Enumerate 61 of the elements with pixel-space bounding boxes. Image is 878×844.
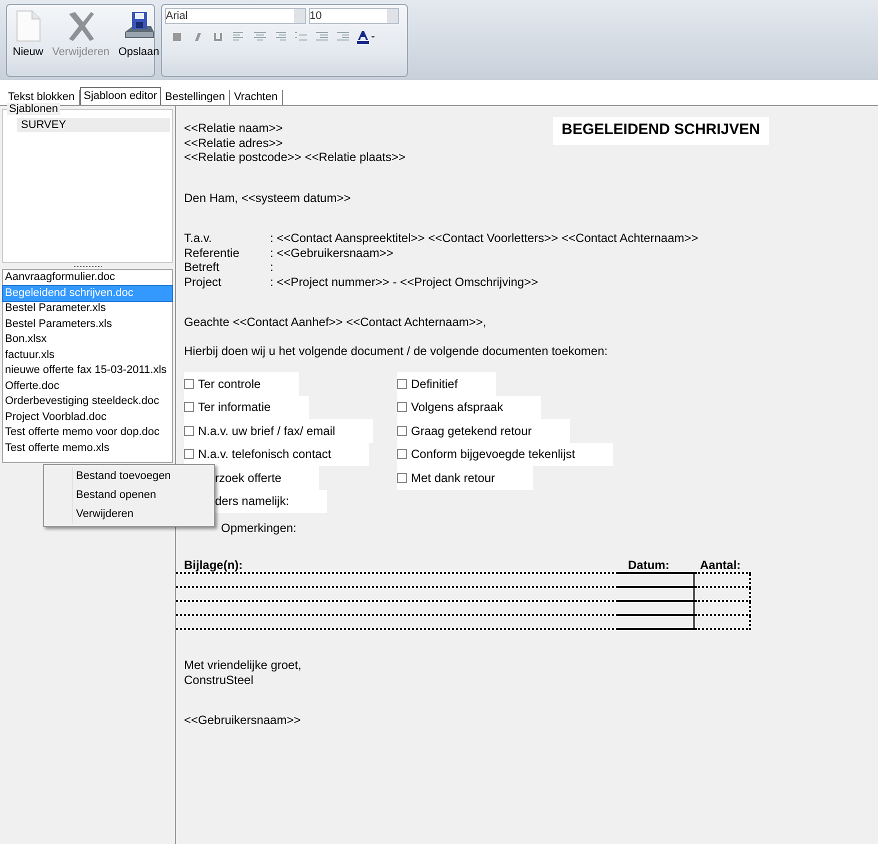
field-label: Betreft <box>184 260 220 274</box>
checkbox[interactable] <box>184 378 194 389</box>
address-line: <<Relatie postcode>> <<Relatie plaats>> <box>184 150 406 164</box>
option-label: Definitief <box>411 376 458 391</box>
signature: <<Gebruikersnaam>> <box>184 713 302 728</box>
list-item[interactable]: Test offerte memo.xls <box>3 440 172 456</box>
checkbox[interactable] <box>184 402 194 412</box>
field-label: Referentie <box>184 246 240 260</box>
checkbox[interactable] <box>184 426 194 436</box>
option-label: Met dank retour <box>411 470 496 485</box>
field-label: T.a.v. <box>184 231 213 246</box>
list-item[interactable]: factuur.xls <box>3 348 172 363</box>
checkbox[interactable] <box>397 426 407 436</box>
option-label: Graag getekend retour <box>411 424 532 438</box>
field-label: Project <box>184 274 222 289</box>
list-item[interactable]: Offerte.doc <box>3 378 172 394</box>
address-line: <<Relatie naam>> <box>184 121 284 136</box>
column-header: Aantal: <box>700 558 741 572</box>
place-date: Den Ham, <<systeem datum>> <box>184 190 352 205</box>
option-label: N.a.v. telefonisch contact <box>198 447 332 462</box>
address-line: <<Relatie adres>> <box>184 136 284 150</box>
option-label: Volgens afspraak <box>411 400 504 414</box>
list-item[interactable]: Orderbevestiging steeldeck.doc <box>3 394 172 410</box>
font-family-dropdown[interactable]: Arial <box>164 8 306 24</box>
tree-item[interactable]: SURVEY <box>17 118 170 132</box>
option-label: ders namelijk: <box>215 494 290 508</box>
field-value: : <<Project nummer>> - <<Project Omschrijving>> <box>270 274 540 289</box>
list-item[interactable]: Bon.xlsx <box>3 332 172 348</box>
list-item[interactable]: Bestel Parameter.xls <box>3 301 172 316</box>
checkbox[interactable] <box>397 378 407 389</box>
toolbar-button[interactable]: Opslaan <box>115 8 162 62</box>
column-header: Datum: <box>628 558 670 572</box>
checkbox[interactable] <box>397 402 407 412</box>
list-item[interactable]: Bestel Parameters.xls <box>3 316 172 332</box>
option-label: Ter controle <box>198 376 261 391</box>
toolbar-button[interactable]: Nieuw <box>10 8 46 62</box>
field-value: : <<Gebruikersnaam>> <box>270 246 394 260</box>
closing-line: Met vriendelijke groet, <box>184 658 302 672</box>
remarks-label: Opmerkingen: <box>220 521 298 536</box>
checkbox[interactable] <box>397 472 407 483</box>
option-label: Ter informatie <box>198 400 271 414</box>
checkbox[interactable] <box>397 449 407 460</box>
column-header: Bijlage(n): <box>184 558 243 572</box>
list-item[interactable]: Aanvraagformulier.doc <box>3 270 172 286</box>
list-item[interactable]: nieuwe offerte fax 15-03-2011.xls <box>3 363 172 378</box>
font-size-dropdown[interactable]: 10 <box>308 8 398 24</box>
option-label: N.a.v. uw brief / fax/ email <box>198 424 336 438</box>
option-label: Conform bijgevoegde tekenlijst <box>411 447 576 462</box>
checkbox[interactable] <box>184 449 194 460</box>
splitter-grip[interactable] <box>74 264 102 268</box>
document-title: BEGELEIDEND SCHRIJVEN <box>552 117 769 145</box>
salutation: Geachte <<Contact Aanhef>> <<Contact Achternaam>>, <box>184 315 488 330</box>
intro-text: Hierbij doen wij u het volgende document / de volgende documenten toekomen: <box>184 344 609 358</box>
field-value: : <<Contact Aanspreektitel>> <<Contact Voorletters>> <<Contact Achternaam>> <box>270 231 700 246</box>
list-item[interactable]: Test offerte memo voor dop.doc <box>3 425 172 440</box>
field-value: : <box>270 260 274 274</box>
closing-line: ConstruSteel <box>184 672 254 687</box>
group-title: Sjablonen <box>7 103 60 115</box>
option-label: rzoek offerte <box>215 470 282 485</box>
list-item[interactable]: Project Voorblad.doc <box>3 410 172 425</box>
tab[interactable]: Sjabloon editor <box>80 87 162 105</box>
